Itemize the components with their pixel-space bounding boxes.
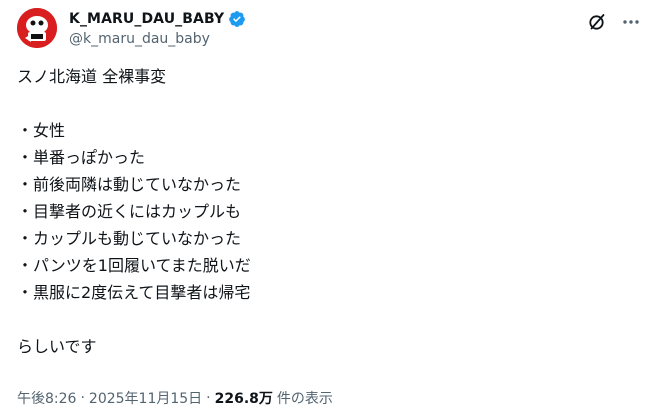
tweet-line: ・黒服に2度伝えて目撃者は帰宅: [17, 283, 251, 302]
views-label: 件の表示: [276, 391, 333, 407]
tweet-line: ・目撃者の近くにはカップルも: [17, 202, 242, 221]
tweet-meta: 午後8:26 · 2025年11月15日 · 226.8万 件の表示: [17, 388, 333, 408]
tweet-line: ・女性: [17, 121, 66, 140]
author-handle[interactable]: @k_maru_dau_baby: [69, 31, 246, 47]
tweet-time[interactable]: 午後8:26: [17, 388, 76, 408]
tweet-line: ・前後両隣は動じていなかった: [17, 175, 242, 194]
views-count[interactable]: 226.8万: [215, 388, 273, 408]
tweet-header: K_MARU_DAU_BABY @k_maru_dau_baby: [17, 6, 641, 50]
tweet-line: らしいです: [17, 337, 97, 356]
meta-separator: ·: [80, 390, 85, 406]
tweet-line: ・パンツを1回履いてまた脱いだ: [17, 256, 251, 275]
grok-icon[interactable]: [587, 12, 607, 32]
avatar[interactable]: [17, 8, 57, 48]
display-name[interactable]: K_MARU_DAU_BABY: [69, 11, 224, 27]
tweet-line: ・カップルも動じていなかった: [17, 229, 242, 248]
author-names: K_MARU_DAU_BABY @k_maru_dau_baby: [69, 9, 246, 47]
meta-separator: ·: [206, 390, 211, 406]
verified-badge-icon[interactable]: [228, 10, 246, 28]
tweet-date[interactable]: 2025年11月15日: [89, 388, 202, 408]
tweet-text: スノ北海道 全裸事変 ・女性 ・単番っぽかった ・前後両隣は動じていなかった ・…: [17, 63, 637, 360]
tweet: K_MARU_DAU_BABY @k_maru_dau_baby スノ北海道 全…: [0, 0, 653, 420]
header-actions: [587, 12, 641, 32]
display-name-row: K_MARU_DAU_BABY: [69, 9, 246, 29]
tweet-line: スノ北海道 全裸事変: [17, 67, 167, 86]
tweet-line: ・単番っぽかった: [17, 148, 146, 167]
more-icon[interactable]: [621, 12, 641, 32]
